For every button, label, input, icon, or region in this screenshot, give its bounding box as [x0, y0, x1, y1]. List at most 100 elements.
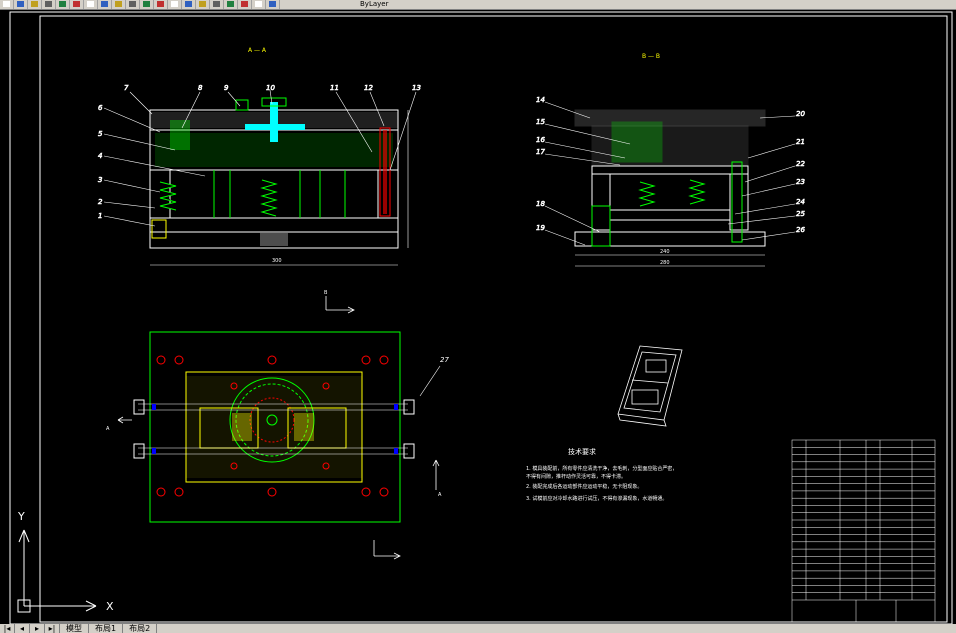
callout-24: 24	[796, 198, 805, 206]
callout-10: 10	[266, 84, 275, 92]
tech-line-2: 不得有间隙，推杆动作灵活可靠，不得卡滞。	[526, 473, 626, 480]
copy-icon	[87, 1, 94, 7]
tab-first-arrow[interactable]: |◂	[0, 624, 15, 633]
callout-6: 6	[98, 104, 103, 112]
callout-5: 5	[98, 130, 103, 138]
cut-button[interactable]	[70, 0, 84, 9]
layout-tabs-bar: |◂ ◂ ▸ ▸| 模型 布局1 布局2	[0, 624, 956, 633]
zoom-icon	[171, 1, 178, 7]
section-b-view: B — B 240 280 14 15 16 17 18 19 20 21 22…	[536, 53, 806, 267]
save-icon	[31, 1, 38, 7]
zoom-window-button[interactable]	[182, 0, 196, 9]
section-a-label: A — A	[248, 47, 267, 54]
tech-line-3: 2. 装配完成后各运动部件应运动平稳，无卡阻现象。	[526, 483, 642, 490]
drawing-inner-frame	[39, 15, 948, 623]
callout-18: 18	[536, 200, 545, 208]
svg-text:240: 240	[660, 249, 670, 255]
design-center-button[interactable]	[224, 0, 238, 9]
zoom-window-icon	[185, 1, 192, 7]
preview-icon	[59, 1, 66, 7]
section-b-label: B — B	[642, 53, 660, 60]
save-button[interactable]	[28, 0, 42, 9]
match-icon	[115, 1, 122, 7]
section-marker-b: B	[324, 290, 328, 296]
tab-layout2[interactable]: 布局2	[123, 624, 158, 633]
help-button[interactable]	[266, 0, 280, 9]
tab-model[interactable]: 模型	[60, 624, 89, 633]
callout-12: 12	[364, 84, 373, 92]
paste-icon	[101, 1, 108, 7]
ucs-y-label: Y	[17, 510, 25, 523]
layers-button[interactable]	[252, 0, 266, 9]
callout-17: 17	[536, 148, 545, 156]
callout-9: 9	[224, 84, 229, 92]
callout-11: 11	[330, 84, 339, 92]
new-file-button[interactable]	[0, 0, 14, 9]
callout-21: 21	[796, 138, 805, 146]
ucs-icon	[17, 529, 97, 613]
linetype-control[interactable]: ByLayer	[360, 0, 388, 9]
new-file-icon	[3, 1, 10, 7]
callout-3: 3	[98, 176, 102, 184]
open-button[interactable]	[14, 0, 28, 9]
undo-icon	[129, 1, 136, 7]
technical-requirements: 技术要求 1. 模具装配前，所有零件应清洗干净，去毛刺，分型面应贴合严密， 不得…	[526, 447, 677, 502]
callout-20: 20	[796, 110, 805, 118]
callout-16: 16	[536, 136, 545, 144]
callout-13: 13	[412, 84, 421, 92]
print-button[interactable]	[42, 0, 56, 9]
match-button[interactable]	[112, 0, 126, 9]
callout-27: 27	[440, 356, 449, 364]
zoom-button[interactable]	[168, 0, 182, 9]
part-isometric-view	[617, 345, 683, 427]
zoom-previous-icon	[199, 1, 206, 7]
section-a-view: A — A 300 1 2 3 4 5 6 7 8 9 10 11 12 13	[98, 47, 421, 266]
tool-palette-button[interactable]	[238, 0, 252, 9]
tech-title: 技术要求	[568, 447, 596, 456]
callout-4: 4	[98, 152, 102, 160]
redo-icon	[143, 1, 150, 7]
section-marker-a-left: A	[106, 426, 110, 432]
layers-icon	[255, 1, 262, 7]
standard-toolbar: ByLayer	[0, 0, 956, 10]
callout-19: 19	[536, 224, 545, 232]
cad-model-space[interactable]: A — A 300 1 2 3 4 5 6 7 8 9 10 11 12 13 …	[0, 10, 956, 624]
section-marker-a-right: A	[438, 492, 442, 498]
pan-button[interactable]	[154, 0, 168, 9]
zoom-previous-button[interactable]	[196, 0, 210, 9]
preview-button[interactable]	[56, 0, 70, 9]
tab-layout1[interactable]: 布局1	[89, 624, 124, 633]
properties-button[interactable]	[210, 0, 224, 9]
bill-of-materials-table	[791, 439, 936, 623]
drawing-border	[9, 11, 953, 624]
print-icon	[45, 1, 52, 7]
tab-prev-arrow[interactable]: ◂	[15, 624, 30, 633]
callout-14: 14	[536, 96, 545, 104]
design-center-icon	[227, 1, 234, 7]
open-icon	[17, 1, 24, 7]
tab-next-arrow[interactable]: ▸	[30, 624, 45, 633]
ucs-x-label: X	[106, 600, 114, 613]
callout-22: 22	[796, 160, 805, 168]
plan-view: 27 B A A	[106, 290, 449, 560]
svg-text:280: 280	[660, 260, 670, 266]
cut-icon	[73, 1, 80, 7]
tech-line-4: 3. 试模前应对冷却水路进行试压，不得有渗漏现象，水道畅通。	[526, 495, 667, 502]
tech-line-1: 1. 模具装配前，所有零件应清洗干净，去毛刺，分型面应贴合严密，	[526, 465, 677, 472]
callout-23: 23	[796, 178, 805, 186]
redo-button[interactable]	[140, 0, 154, 9]
copy-button[interactable]	[84, 0, 98, 9]
undo-button[interactable]	[126, 0, 140, 9]
paste-button[interactable]	[98, 0, 112, 9]
callout-8: 8	[198, 84, 203, 92]
callout-26: 26	[796, 226, 805, 234]
pan-icon	[157, 1, 164, 7]
callout-2: 2	[98, 198, 103, 206]
tab-last-arrow[interactable]: ▸|	[45, 624, 60, 633]
tool-palette-icon	[241, 1, 248, 7]
callout-1: 1	[98, 212, 102, 220]
callout-25: 25	[796, 210, 805, 218]
callout-15: 15	[536, 118, 545, 126]
help-icon	[269, 1, 276, 7]
properties-icon	[213, 1, 220, 7]
